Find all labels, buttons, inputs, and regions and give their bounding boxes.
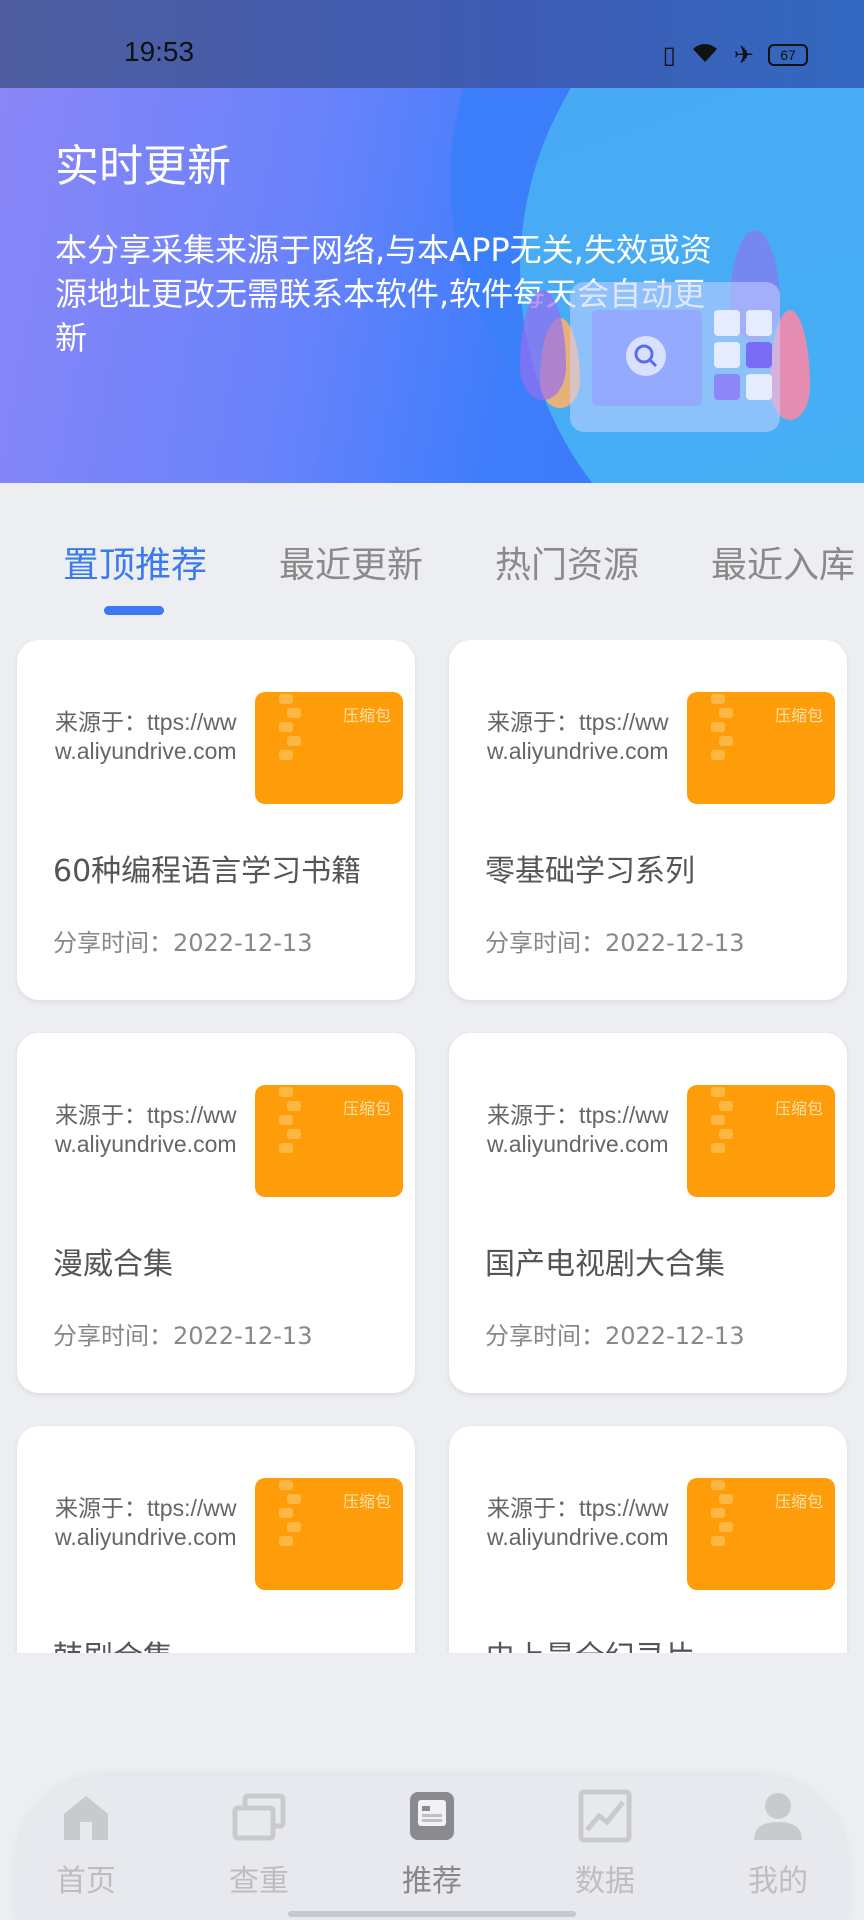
nav-duplicate-check[interactable]: 查重 [199, 1788, 319, 1900]
nav-home[interactable]: 首页 [26, 1788, 146, 1900]
source-prefix: 来源于： [55, 1496, 147, 1522]
resource-card[interactable]: 来源于：ttps://www.aliyundrive.com 压缩包 韩剧合集 [17, 1426, 415, 1653]
calendar-cell [746, 374, 772, 400]
card-source: 来源于：ttps://www.aliyundrive.com [487, 1494, 677, 1551]
resource-card[interactable]: 来源于：ttps://www.aliyundrive.com 压缩包 60种编程… [17, 640, 415, 1000]
profile-icon [750, 1788, 806, 1844]
resource-card[interactable]: 来源于：ttps://www.aliyundrive.com 压缩包 漫威合集 … [17, 1033, 415, 1393]
category-tabs: 置顶推荐 最近更新 热门资源 最近入库 [0, 483, 864, 633]
calendar-cell [714, 342, 740, 368]
nav-profile-label: 我的 [748, 1864, 808, 1899]
card-date: 分享时间：2022-12-13 [485, 929, 745, 957]
status-bar: 19:53 ▯ ✈ 67 [0, 0, 864, 88]
source-prefix: 来源于： [55, 710, 147, 736]
nav-home-label: 首页 [56, 1864, 116, 1899]
card-date: 分享时间：2022-12-13 [485, 1322, 745, 1350]
nav-data-label: 数据 [575, 1864, 635, 1899]
nav-duplicate-check-label: 查重 [229, 1864, 289, 1899]
duplicate-check-icon [231, 1788, 287, 1844]
nav-recommend[interactable]: 推荐 [372, 1788, 492, 1900]
card-date: 分享时间：2022-12-13 [53, 929, 313, 957]
card-title: 史上最全纪录片 [485, 1632, 695, 1653]
chart-icon [577, 1788, 633, 1844]
archive-thumbnail: 压缩包 [255, 1478, 403, 1590]
zipper-icon [711, 1478, 733, 1590]
calendar-panel [570, 282, 780, 432]
nav-data[interactable]: 数据 [545, 1788, 665, 1900]
archive-thumbnail: 压缩包 [687, 1478, 835, 1590]
zipper-icon [279, 1085, 301, 1197]
zipper-icon [279, 692, 301, 804]
tab-hot-resources[interactable]: 热门资源 [495, 536, 639, 588]
tab-indicator [104, 606, 164, 615]
resource-grid: 来源于：ttps://www.aliyundrive.com 压缩包 60种编程… [0, 640, 864, 1653]
zipper-icon [711, 1085, 733, 1197]
resource-card[interactable]: 来源于：ttps://www.aliyundrive.com 压缩包 史上最全纪… [449, 1426, 847, 1653]
airplane-icon: ✈ [733, 41, 754, 69]
vibrate-icon: ▯ [662, 41, 676, 69]
leaf-decoration [520, 290, 566, 400]
tab-pinned[interactable]: 置顶推荐 [63, 536, 207, 588]
source-prefix: 来源于： [487, 710, 579, 736]
battery-icon: 67 [768, 44, 808, 66]
archive-badge: 压缩包 [342, 1099, 391, 1118]
zipper-icon [711, 692, 733, 804]
card-source: 来源于：ttps://www.aliyundrive.com [487, 708, 677, 765]
calendar-cell [746, 310, 772, 336]
calendar-cell [714, 374, 740, 400]
card-title: 60种编程语言学习书籍 [53, 854, 362, 889]
zipper-icon [279, 1478, 301, 1590]
nav-profile[interactable]: 我的 [718, 1788, 838, 1900]
calendar-cell [714, 310, 740, 336]
card-source: 来源于：ttps://www.aliyundrive.com [487, 1101, 677, 1158]
card-source: 来源于：ttps://www.aliyundrive.com [55, 1494, 245, 1551]
resource-card[interactable]: 来源于：ttps://www.aliyundrive.com 压缩包 国产电视剧… [449, 1033, 847, 1393]
card-source: 来源于：ttps://www.aliyundrive.com [55, 708, 245, 765]
card-title: 零基础学习系列 [485, 854, 695, 889]
resource-card[interactable]: 来源于：ttps://www.aliyundrive.com 压缩包 零基础学习… [449, 640, 847, 1000]
card-title: 漫威合集 [53, 1247, 173, 1282]
card-date: 分享时间：2022-12-13 [53, 1322, 313, 1350]
header-banner: 19:53 ▯ ✈ 67 实时更新 本分享采集来源于网络,与本APP无关,失效或… [0, 0, 864, 483]
card-source: 来源于：ttps://www.aliyundrive.com [55, 1101, 245, 1158]
status-icons: ▯ ✈ 67 [663, 40, 808, 70]
search-icon [626, 336, 666, 376]
page-title: 实时更新 [55, 141, 231, 192]
source-prefix: 来源于： [55, 1103, 147, 1129]
recommend-icon [404, 1788, 460, 1844]
status-time: 19:53 [124, 36, 195, 67]
archive-thumbnail: 压缩包 [255, 692, 403, 804]
archive-thumbnail: 压缩包 [687, 692, 835, 804]
calendar-cell [746, 342, 772, 368]
archive-thumbnail: 压缩包 [687, 1085, 835, 1197]
card-title: 韩剧合集 [53, 1632, 173, 1653]
tab-recently-added[interactable]: 最近入库 [711, 536, 855, 588]
archive-badge: 压缩包 [774, 1492, 823, 1511]
nav-recommend-label: 推荐 [402, 1864, 462, 1899]
archive-badge: 压缩包 [342, 706, 391, 725]
archive-badge: 压缩包 [342, 1492, 391, 1511]
archive-thumbnail: 压缩包 [255, 1085, 403, 1197]
archive-badge: 压缩包 [774, 1099, 823, 1118]
tab-recent-updates[interactable]: 最近更新 [279, 536, 423, 588]
source-prefix: 来源于： [487, 1496, 579, 1522]
home-icon [58, 1788, 114, 1844]
search-illustration [520, 230, 820, 450]
archive-badge: 压缩包 [774, 706, 823, 725]
wifi-icon [690, 40, 720, 70]
card-title: 国产电视剧大合集 [485, 1247, 725, 1282]
source-prefix: 来源于： [487, 1103, 579, 1129]
home-indicator[interactable] [288, 1911, 576, 1917]
